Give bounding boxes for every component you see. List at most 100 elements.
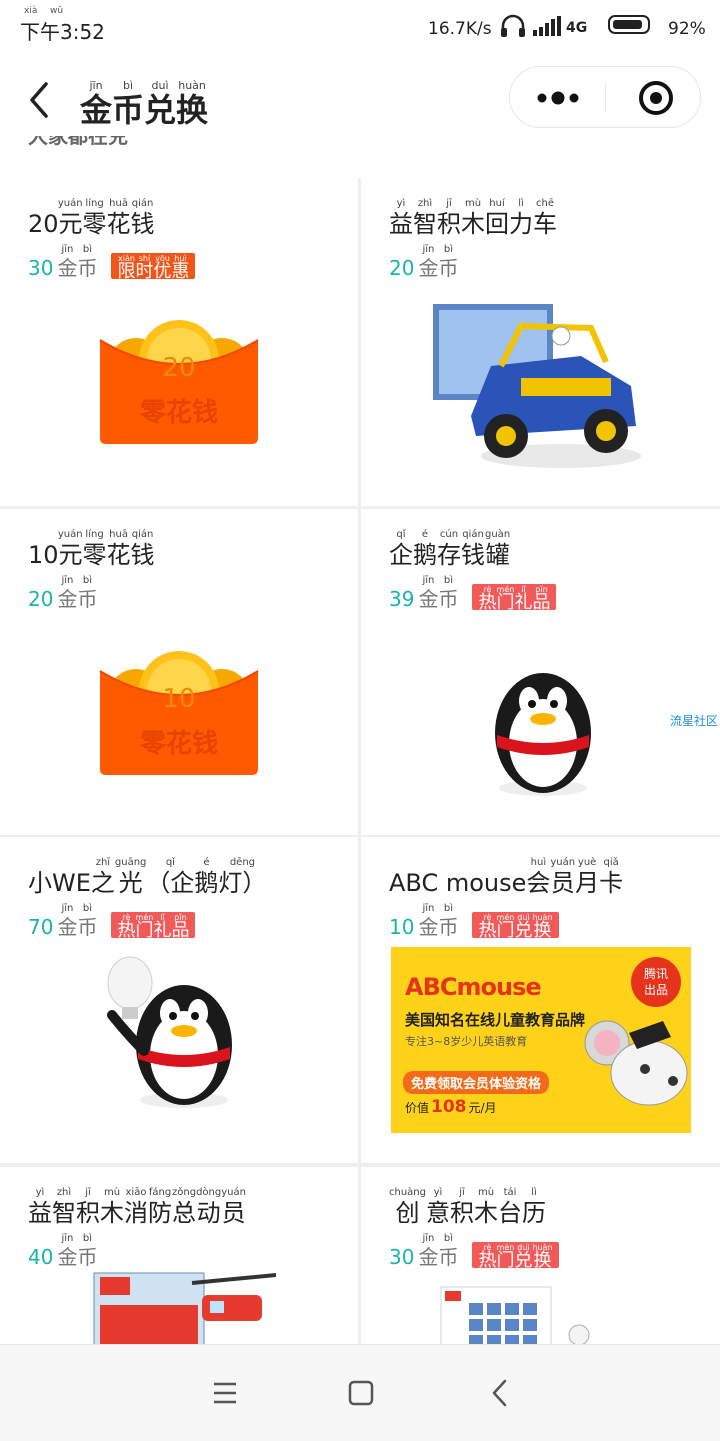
product-name-hanzi: 消	[124, 1199, 148, 1227]
badge-char: huàn 换	[532, 912, 552, 940]
calendar-block	[487, 1303, 501, 1315]
more-icon[interactable]	[510, 67, 606, 127]
badge-hanzi: 门	[496, 920, 515, 941]
product-name-pinyin: chuàng	[389, 1187, 426, 1198]
status-time-ruby-2: wǔ	[50, 6, 64, 16]
product-name: yì 益 zhì 智 jī 积 mù 木 xiāo 消 fáng 防 zǒng 总 dòng 动 yuán 员	[28, 1187, 246, 1227]
product-name-prefix-pinyin	[389, 857, 526, 869]
back-arrow-icon[interactable]	[20, 78, 60, 122]
mouse-nose	[668, 1076, 678, 1086]
product-price: 10 jīn 金 bì 币 rè 热 mén 门 duì 兑 huàn 换	[389, 903, 559, 941]
penguin-pupil-right	[191, 1012, 199, 1020]
badge-char: yōu 优	[153, 253, 171, 281]
status-bar: xià wǔ 下午3:52 16.7K/s 4G 92%	[0, 0, 720, 60]
product-name-pinyin: guāng	[114, 857, 147, 868]
battery-fill	[613, 20, 643, 29]
product-card[interactable]: yì 益 zhì 智 jī 积 mù 木 xiāo 消 fáng 防 zǒng 总 dòng 动 yuán 员 40…	[0, 1167, 358, 1344]
product-name-char: mù 木	[474, 1187, 498, 1227]
product-name-prefix-pinyin	[28, 857, 91, 869]
price-unit-char: bì 币	[438, 244, 458, 280]
product-price: 20 jīn 金 bì 币	[28, 575, 97, 611]
price-amount: 30	[389, 1245, 415, 1269]
back-icon[interactable]	[478, 1371, 522, 1415]
red-envelope-image: 10 零花钱	[98, 649, 260, 783]
product-name-prefix-pinyin: yuán	[57, 198, 83, 209]
car-hub-rear	[596, 421, 616, 441]
promo-badge: xiàn 限 shí 时 yōu 优 huì 惠	[111, 253, 196, 282]
promo-badge: rè 热 mén 门 duì 兑 huàn 换	[472, 912, 559, 941]
price-unit-pinyin: bì	[443, 575, 454, 586]
price-unit-pinyin: bì	[443, 244, 454, 255]
network-speed: 16.7K/s	[428, 19, 492, 39]
price-unit-pinyin: jīn	[422, 575, 435, 586]
price-unit-hanzi: 币	[438, 1245, 459, 1269]
product-price: 70 jīn 金 bì 币 rè 热 mén 门 lǐ 礼 pǐn 品	[28, 903, 196, 941]
abc-mouse-logo: ABCmouse	[405, 973, 542, 1001]
product-card[interactable]: yuán 10元 líng 零 huā 花 qián 钱 20 jīn 金 bì 币 10 零花钱	[0, 509, 358, 835]
product-card[interactable]: ABC mouse huì 会 yuán 员 yuè 月 qiǎ 卡 10 jīn 金 bì 币 rè 热 m…	[361, 837, 720, 1163]
status-time-ruby-1: xià	[24, 6, 38, 16]
badge-hanzi: 门	[135, 920, 154, 941]
product-card[interactable]: yì 益 zhì 智 jī 积 mù 木 huí 回 lì 力 chē 车 20 jīn 金 bì 币	[361, 178, 720, 506]
product-name-pinyin: yuè	[577, 857, 597, 868]
product-name-hanzi: 木	[461, 210, 485, 238]
section-header-clipped: 大家都在兑	[28, 136, 128, 158]
price-unit-pinyin: bì	[82, 903, 93, 914]
product-name-pinyin: tái	[503, 1187, 517, 1198]
price-unit-pinyin: jīn	[422, 903, 435, 914]
banner-value-suffix: 元/月	[468, 1101, 497, 1115]
product-name-pinyin: líng	[85, 529, 104, 540]
product-card[interactable]: 小WE zhī 之 guāng 光 qǐ （企 é 鹅 dēng 灯） 70 jīn 金 bì 币 rè 热 mén…	[0, 837, 358, 1163]
product-name-char: chuàng 创	[389, 1187, 426, 1227]
product-name-hanzi: 员	[221, 1199, 246, 1227]
product-name-char: mù 木	[100, 1187, 124, 1227]
menu-icon[interactable]	[203, 1371, 247, 1415]
mouse-mascot	[584, 1020, 688, 1106]
badge-char: shí 时	[135, 253, 153, 281]
product-name-hanzi: 员	[550, 869, 575, 897]
product-name-hanzi: 光	[118, 869, 143, 897]
product-name-pinyin: qǐ	[165, 857, 175, 868]
product-name-hanzi: 积	[450, 1199, 474, 1227]
product-price: 39 jīn 金 bì 币 rè 热 mén 门 lǐ 礼 pǐn 品	[389, 575, 557, 613]
toy-car-image	[431, 296, 651, 478]
product-name-hanzi: 积	[437, 210, 461, 238]
price-unit-char: bì 币	[438, 1233, 458, 1269]
product-name-prefix: 小WE	[28, 857, 91, 897]
product-name-char: mù 木	[461, 198, 485, 238]
badge-char: rè 热	[478, 1242, 496, 1270]
home-icon[interactable]	[339, 1371, 383, 1415]
badge-char: lǐ 礼	[153, 912, 171, 940]
product-name-hanzi: 意	[426, 1199, 450, 1227]
product-name-prefix-text: 10元	[28, 541, 83, 569]
badge-hanzi: 兑	[514, 1250, 533, 1271]
calendar-block	[487, 1335, 501, 1344]
product-name-char: qǐ 企	[389, 529, 413, 569]
product-name-pinyin: zhì	[56, 1187, 72, 1198]
badge-hanzi: 限	[117, 261, 136, 282]
product-card[interactable]: yuán 20元 líng 零 huā 花 qián 钱 30 jīn 金 bì 币 xiàn 限 shí 时 y…	[0, 178, 358, 506]
product-name-pinyin: zǒng	[172, 1187, 197, 1198]
product-name-char: yì 益	[28, 1187, 52, 1227]
product-name-hanzi: 钱	[130, 541, 155, 569]
product-name-pinyin: chē	[536, 198, 554, 209]
penguin-bank-image	[483, 643, 603, 807]
product-name-hanzi: 益	[389, 210, 413, 238]
product-name-char: fáng 防	[148, 1187, 172, 1227]
product-card[interactable]: chuàng 创 yì 意 jī 积 mù 木 tái 台 lì 历 30 jīn 金 bì 币 rè 热 mén 门 d…	[361, 1167, 720, 1344]
price-unit-char: jīn 金	[418, 903, 438, 939]
product-name-hanzi: 总	[172, 1199, 197, 1227]
price-unit-hanzi: 金	[418, 587, 439, 611]
product-name: qǐ 企 é 鹅 cún 存 qián 钱 guàn 罐	[389, 529, 510, 569]
nav-bar: jīn 金 bì 币 duì 兑 huàn 换	[0, 60, 720, 140]
mouse-head	[610, 1040, 688, 1106]
product-name-char: yuán 员	[550, 857, 575, 897]
badge-hanzi: 品	[532, 592, 551, 613]
price-unit-pinyin: bì	[443, 903, 454, 914]
product-name-hanzi: 卡	[599, 869, 624, 897]
price-unit-hanzi: 币	[438, 915, 459, 939]
product-card[interactable]: qǐ 企 é 鹅 cún 存 qián 钱 guàn 罐 39 jīn 金 bì 币 rè 热 mén 门 lǐ 礼 pǐ…	[361, 509, 720, 835]
badge-char: duì 兑	[514, 912, 532, 940]
calendar-image	[439, 1283, 639, 1344]
close-target-icon[interactable]	[606, 67, 702, 127]
